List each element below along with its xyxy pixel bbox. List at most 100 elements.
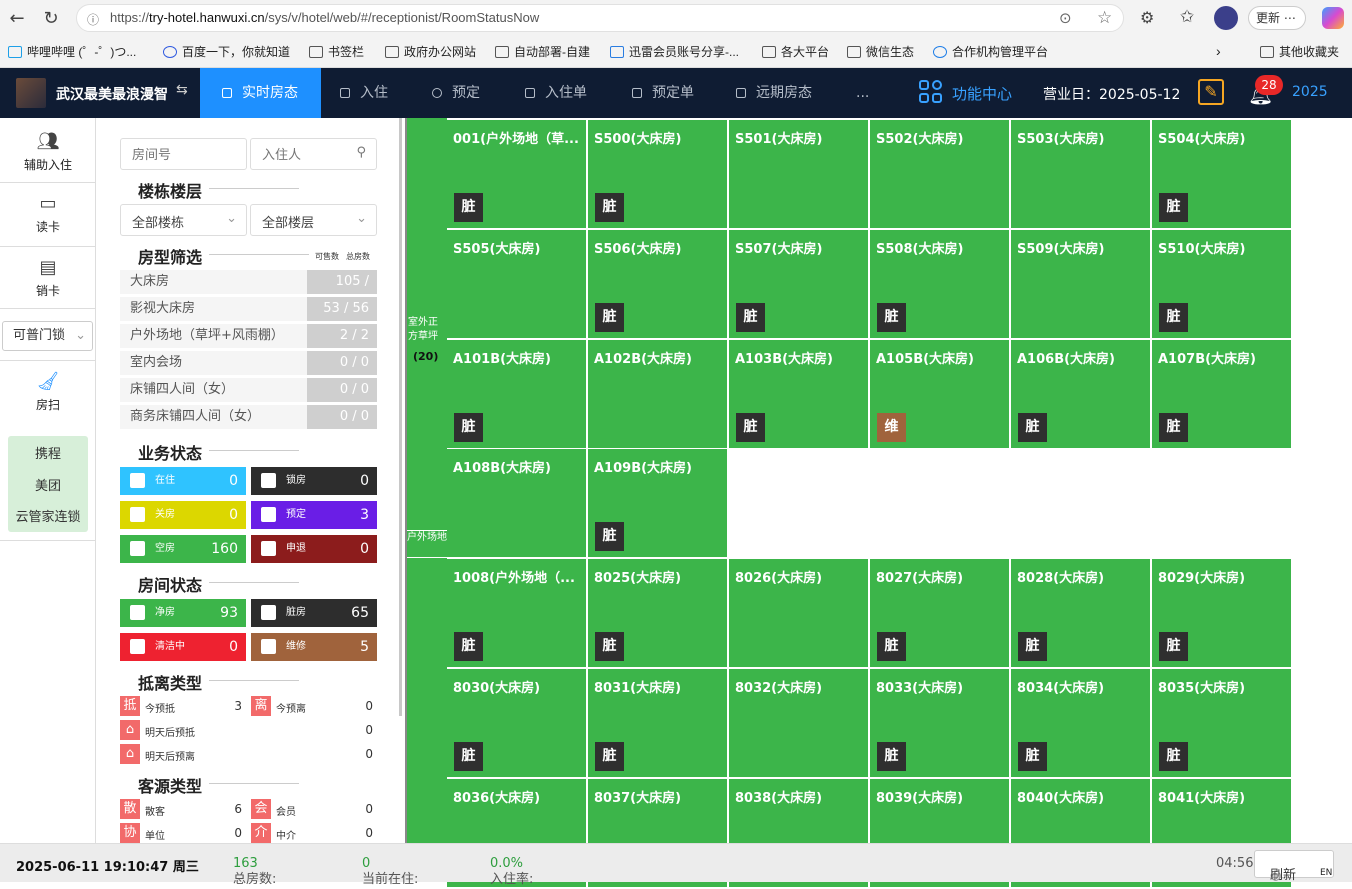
channel-yunguanjia[interactable]: 云管家连锁	[8, 506, 88, 525]
panel-scrollbar[interactable]	[399, 118, 402, 716]
edit-note-icon[interactable]: ✎	[1198, 79, 1224, 105]
extensions-icon[interactable]: ⚙	[1140, 8, 1154, 27]
building-select[interactable]: 全部楼栋 ⌄	[120, 204, 247, 236]
room-card[interactable]: 8026(大床房)	[729, 559, 868, 667]
business-status-filter[interactable]: 在住 0	[120, 467, 246, 495]
bookmark-folder-bar[interactable]: 书签栏	[309, 43, 364, 60]
assist-checkin-button[interactable]: 👥︎ 辅助入住	[0, 132, 96, 173]
building-a-label[interactable]: 室外正方草坪	[408, 316, 442, 344]
room-card[interactable]: S506(大床房) 脏	[588, 230, 727, 338]
room-card[interactable]: A102B(大床房)	[588, 340, 727, 448]
arrivals-item[interactable]: 离今预离 0	[251, 696, 377, 716]
tab-reserve[interactable]: 预定	[432, 68, 480, 118]
source-item[interactable]: 介中介 0	[251, 823, 377, 843]
checkbox[interactable]	[261, 639, 276, 654]
room-card[interactable]: A108B(大床房)	[447, 449, 586, 557]
tab-reserve-list[interactable]: 预定单	[632, 68, 694, 118]
room-card[interactable]: S503(大床房)	[1011, 120, 1150, 228]
tab-checkin-list[interactable]: 入住单	[525, 68, 587, 118]
room-number-input[interactable]	[120, 138, 247, 170]
channel-meituan[interactable]: 美团	[8, 475, 88, 494]
room-type-row[interactable]: 大床房 105 / 105	[120, 270, 377, 313]
room-card[interactable]: S500(大床房) 脏	[588, 120, 727, 228]
profile-avatar[interactable]	[1214, 6, 1238, 30]
room-type-row[interactable]: 影视大床房 53 / 56	[120, 297, 377, 321]
copilot-icon[interactable]	[1322, 7, 1344, 29]
checkbox[interactable]	[130, 541, 145, 556]
source-item[interactable]: 散散客 6	[120, 799, 246, 819]
tab-future-room-status[interactable]: 远期房态	[736, 68, 812, 118]
arrivals-item[interactable]: ⌂ 明天后预离 0	[120, 744, 377, 764]
bookmark-baidu[interactable]: 百度一下，你就知道	[163, 43, 290, 60]
bookmark-xunlei[interactable]: 迅雷会员账号分享-...	[610, 43, 739, 60]
bookmark-gov[interactable]: 政府办公网站	[385, 43, 476, 60]
checkbox[interactable]	[261, 507, 276, 522]
building-b-label[interactable]: 户外场地	[407, 530, 447, 558]
checkbox[interactable]	[261, 541, 276, 556]
tab-checkin[interactable]: 入住	[340, 68, 388, 118]
checkbox[interactable]	[130, 473, 145, 488]
room-card[interactable]: 8031(大床房) 脏	[588, 669, 727, 777]
room-card[interactable]: S508(大床房) 脏	[870, 230, 1009, 338]
room-card[interactable]: S502(大床房)	[870, 120, 1009, 228]
source-item[interactable]: 会会员 0	[251, 799, 377, 819]
tab-more[interactable]: ...	[856, 68, 869, 118]
room-status-filter[interactable]: 清洁中 0	[120, 633, 246, 661]
room-card[interactable]: 8035(大床房) 脏	[1152, 669, 1291, 777]
function-center-icon[interactable]	[919, 80, 943, 104]
room-card[interactable]: S501(大床房)	[729, 120, 868, 228]
bookmark-platforms[interactable]: 各大平台	[762, 43, 829, 60]
room-card[interactable]: S510(大床房) 脏	[1152, 230, 1291, 338]
checkbox[interactable]	[130, 507, 145, 522]
bookmark-bilibili[interactable]: 哔哩哔哩 (゜-゜)つ...	[8, 43, 136, 60]
room-card[interactable]: A103B(大床房) 脏	[729, 340, 868, 448]
arrivals-item[interactable]: 抵今预抵 3	[120, 696, 246, 716]
room-card[interactable]: S505(大床房)	[447, 230, 586, 338]
room-status-filter[interactable]: 净房 93	[120, 599, 246, 627]
room-card[interactable]: 1008(户外场地（... 脏	[447, 559, 586, 667]
bookmarks-more-icon[interactable]: ›	[1216, 43, 1221, 59]
room-card[interactable]: A105B(大床房) 维	[870, 340, 1009, 448]
room-type-row[interactable]: 商务床铺四人间（女） 0 / 0	[120, 405, 377, 429]
business-status-filter[interactable]: 锁房 0	[251, 467, 377, 495]
room-status-filter[interactable]: 脏房 65	[251, 599, 377, 627]
floor-select[interactable]: 全部楼层 ⌄	[250, 204, 377, 236]
checkbox[interactable]	[130, 605, 145, 620]
room-card[interactable]: A107B(大床房) 脏	[1152, 340, 1291, 448]
bookmark-other[interactable]: 其他收藏夹	[1260, 43, 1339, 60]
address-bar[interactable]: ⓘ https://try-hotel.hanwuxi.cn/sys/v/hot…	[76, 4, 1124, 32]
room-card[interactable]: A106B(大床房) 脏	[1011, 340, 1150, 448]
source-item[interactable]: 协单位 0	[120, 823, 246, 843]
favorite-star-icon[interactable]: ☆	[1097, 8, 1112, 28]
channel-ctrip[interactable]: 携程	[8, 443, 88, 462]
room-card[interactable]: 001(户外场地（草... 脏	[447, 120, 586, 228]
checkbox[interactable]	[130, 639, 145, 654]
function-center-button[interactable]: 功能中心	[952, 83, 1012, 104]
lock-type-select[interactable]: 可普门锁 ⌄	[2, 321, 93, 351]
room-type-row[interactable]: 床铺四人间（女） 0 / 0	[120, 378, 377, 402]
room-card[interactable]: S509(大床房)	[1011, 230, 1150, 338]
reload-icon[interactable]: ↻	[40, 8, 62, 30]
room-status-filter[interactable]: 维修 5	[251, 633, 377, 661]
room-card[interactable]: S504(大床房) 脏	[1152, 120, 1291, 228]
room-card[interactable]: 8032(大床房)	[729, 669, 868, 777]
read-card-button[interactable]: ▭ 读卡	[0, 194, 96, 235]
back-icon[interactable]: ←	[6, 8, 28, 30]
favorites-icon[interactable]: ✩	[1180, 7, 1194, 27]
room-card[interactable]: A101B(大床房) 脏	[447, 340, 586, 448]
guest-input[interactable]	[251, 139, 346, 169]
room-card[interactable]: 8030(大床房) 脏	[447, 669, 586, 777]
checkbox[interactable]	[261, 473, 276, 488]
business-status-filter[interactable]: 关房 0	[120, 501, 246, 529]
cancel-card-button[interactable]: ▤ 销卡	[0, 258, 96, 299]
bookmark-wechat[interactable]: 微信生态	[847, 43, 914, 60]
room-card[interactable]: A109B(大床房) 脏	[588, 449, 727, 557]
tab-realtime-room-status[interactable]: 实时房态	[200, 68, 321, 118]
room-card[interactable]: S507(大床房) 脏	[729, 230, 868, 338]
room-card[interactable]: 8029(大床房) 脏	[1152, 559, 1291, 667]
room-type-row[interactable]: 室内会场 0 / 0	[120, 351, 377, 375]
bookmark-partners[interactable]: 合作机构管理平台	[933, 43, 1048, 60]
site-info-icon[interactable]: ⓘ	[87, 11, 99, 28]
business-status-filter[interactable]: 空房 160	[120, 535, 246, 563]
arrivals-item[interactable]: ⌂ 明天后预抵 0	[120, 720, 377, 740]
